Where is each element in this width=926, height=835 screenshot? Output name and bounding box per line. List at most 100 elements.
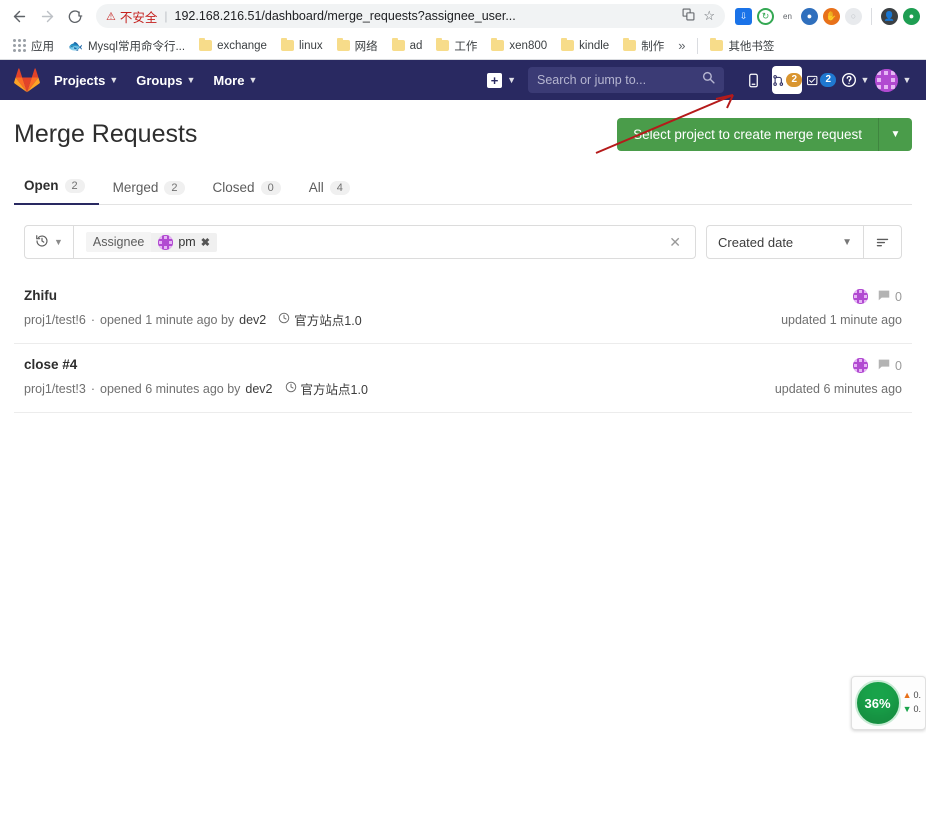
- bookmark-ad[interactable]: ad: [386, 38, 429, 54]
- upload-rate: 0.: [913, 690, 921, 701]
- upload-rate-row: ▲ 0.: [903, 689, 921, 703]
- sort-value: Created date: [718, 234, 794, 250]
- meta-separator: ·: [90, 381, 96, 396]
- bookmark-network[interactable]: 网络: [331, 36, 384, 56]
- chevron-down-icon: ▼: [186, 75, 196, 85]
- status-icon[interactable]: ●: [903, 7, 920, 25]
- merge-request-reference[interactable]: proj1/test!6: [24, 313, 86, 327]
- filter-token-value[interactable]: pm ✖: [151, 232, 217, 252]
- hand-extension-icon[interactable]: ✋: [823, 7, 840, 25]
- select-project-button[interactable]: Select project to create merge request: [617, 118, 878, 151]
- merge-request-reference[interactable]: proj1/test!3: [24, 382, 86, 396]
- bookmark-mysql[interactable]: 🐟 Mysql常用命令行...: [62, 36, 191, 56]
- adblock-extension-icon[interactable]: ●: [801, 7, 818, 25]
- merge-request-title[interactable]: Zhifu: [24, 288, 362, 303]
- user-menu-button[interactable]: ▼: [874, 66, 911, 94]
- milestone[interactable]: 官方站点1.0: [285, 379, 368, 398]
- assignee-avatar[interactable]: [853, 358, 869, 373]
- navbar-links: Projects ▼ Groups ▼ More ▼: [54, 73, 257, 88]
- profile-icon[interactable]: 👤: [881, 7, 898, 25]
- bookmark-star-icon[interactable]: ☆: [703, 8, 715, 24]
- milestone-label: 官方站点1.0: [294, 314, 362, 328]
- search-box[interactable]: [528, 67, 724, 93]
- history-icon: [35, 234, 49, 251]
- chevron-down-icon: ▼: [860, 75, 870, 85]
- cpu-usage-dial: 36%: [854, 680, 901, 726]
- merge-request-author[interactable]: dev2: [239, 313, 266, 327]
- merge-request-opened: opened 1 minute ago by: [100, 312, 235, 327]
- merge-requests-button[interactable]: 2: [772, 66, 802, 94]
- recent-searches-button[interactable]: ▼: [25, 226, 74, 258]
- bookmark-other[interactable]: 其他书签: [704, 36, 780, 56]
- bookmark-exchange[interactable]: exchange: [193, 38, 273, 54]
- nav-more[interactable]: More ▼: [213, 73, 257, 88]
- sort-dropdown[interactable]: Created date ▼: [706, 225, 902, 259]
- generic-extension-icon[interactable]: ○: [845, 7, 862, 25]
- bookmark-label: 制作: [641, 40, 665, 53]
- network-monitor-widget[interactable]: 36% ▲ 0. ▼ 0.: [850, 676, 926, 730]
- help-button[interactable]: ▼: [840, 66, 870, 94]
- assignee-filter-token[interactable]: Assignee pm ✖: [85, 232, 217, 252]
- tab-all[interactable]: All 4: [295, 180, 364, 205]
- search-input[interactable]: [537, 73, 702, 87]
- download-arrow-icon: ▼: [902, 704, 912, 714]
- bookmark-apps[interactable]: 应用: [7, 36, 60, 56]
- merge-request-author[interactable]: dev2: [245, 382, 272, 396]
- merge-request-row[interactable]: close #4 proj1/test!3 · opened 6 minutes…: [14, 344, 912, 413]
- create-new-button[interactable]: + ▼: [487, 72, 516, 88]
- merge-request-row[interactable]: Zhifu proj1/test!6 · opened 1 minute ago…: [14, 275, 912, 344]
- back-button[interactable]: [6, 3, 32, 29]
- clear-search-icon[interactable]: ✕: [655, 234, 695, 251]
- url-text[interactable]: 192.168.216.51/dashboard/merge_requests?…: [175, 9, 677, 23]
- sync-extension-icon[interactable]: ↻: [757, 7, 774, 25]
- tab-label: Merged: [112, 180, 159, 195]
- comment-count[interactable]: 0: [877, 357, 902, 374]
- translate-extension-icon[interactable]: en: [779, 7, 796, 25]
- folder-icon: [436, 38, 450, 51]
- avatar: [158, 234, 174, 250]
- bookmark-kindle[interactable]: kindle: [555, 38, 615, 54]
- nav-groups[interactable]: Groups ▼: [136, 73, 195, 88]
- gitlab-logo[interactable]: [14, 67, 40, 93]
- page-content: Merge Requests Select project to create …: [0, 100, 926, 413]
- issues-button[interactable]: [738, 66, 768, 94]
- forward-button[interactable]: [34, 3, 60, 29]
- chevron-down-icon: ▼: [902, 75, 912, 85]
- page-title: Merge Requests: [14, 120, 198, 148]
- download-extension-icon[interactable]: ⇩: [735, 7, 752, 25]
- bookmark-label: linux: [298, 39, 323, 52]
- todos-button[interactable]: 2: [806, 66, 836, 94]
- sort-direction-button[interactable]: [863, 226, 901, 258]
- comment-count[interactable]: 0: [877, 288, 902, 305]
- merge-request-side: 0 updated 6 minutes ago: [775, 357, 902, 396]
- merge-request-title[interactable]: close #4: [24, 357, 368, 372]
- select-project-dropdown-button[interactable]: ▼: [878, 118, 912, 151]
- milestone[interactable]: 官方站点1.0: [278, 310, 362, 329]
- tab-merged[interactable]: Merged 2: [99, 180, 199, 205]
- chevron-down-icon: ▼: [890, 129, 901, 140]
- address-bar[interactable]: ⚠ 不安全 | 192.168.216.51/dashboard/merge_r…: [96, 4, 725, 28]
- bookmarks-overflow-button[interactable]: »: [672, 38, 691, 53]
- chevron-down-icon: ▼: [109, 75, 119, 85]
- folder-icon: [336, 38, 350, 51]
- reload-button[interactable]: [62, 3, 88, 29]
- bookmark-production[interactable]: 制作: [617, 36, 670, 56]
- translate-icon[interactable]: [682, 8, 695, 24]
- filtered-search-input[interactable]: ▼ Assignee pm ✖ ✕: [24, 225, 696, 259]
- bookmark-xen800[interactable]: xen800: [485, 38, 553, 54]
- tab-open[interactable]: Open 2: [14, 178, 99, 205]
- comment-count-label: 0: [895, 289, 902, 304]
- tab-closed[interactable]: Closed 0: [199, 180, 295, 205]
- todos-badge: 2: [820, 73, 836, 87]
- network-rates: ▲ 0. ▼ 0.: [903, 689, 921, 717]
- remove-token-icon[interactable]: ✖: [201, 236, 210, 249]
- nav-projects[interactable]: Projects ▼: [54, 73, 118, 88]
- bookmark-work[interactable]: 工作: [430, 36, 483, 56]
- merge-request-opened: opened 6 minutes ago by: [100, 381, 241, 396]
- bookmark-linux[interactable]: linux: [275, 38, 329, 54]
- assignee-avatar[interactable]: [853, 289, 869, 304]
- toolbar-divider: [871, 7, 872, 25]
- merge-requests-badge: 2: [786, 73, 802, 87]
- nav-projects-label: Projects: [54, 72, 106, 88]
- comment-icon: [877, 288, 891, 305]
